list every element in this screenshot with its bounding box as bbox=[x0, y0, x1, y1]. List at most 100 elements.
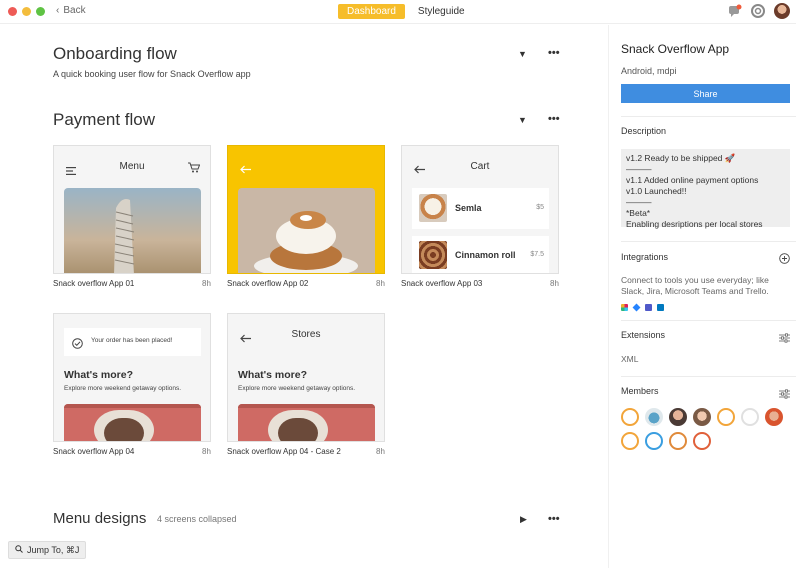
member-avatar[interactable] bbox=[645, 408, 663, 426]
cart-item-price: $5 bbox=[536, 204, 544, 211]
bun-photo bbox=[238, 188, 375, 273]
divider bbox=[621, 320, 796, 321]
minimize-window-button[interactable] bbox=[22, 7, 31, 16]
share-button[interactable]: Share bbox=[621, 84, 790, 103]
screen-time: 8h bbox=[550, 279, 559, 288]
member-avatar[interactable] bbox=[621, 432, 639, 450]
building-photo bbox=[64, 188, 201, 273]
collapse-caret-icon[interactable]: ▼ bbox=[518, 49, 527, 59]
screen-caption: Snack overflow App 04 - Case 2 bbox=[227, 447, 341, 456]
screen-caption: Snack overflow App 03 bbox=[401, 279, 483, 288]
main-content: Onboarding flow A quick booking user flo… bbox=[0, 25, 608, 568]
member-avatar[interactable] bbox=[693, 432, 711, 450]
zoom-window-button[interactable] bbox=[36, 7, 45, 16]
more-options-icon[interactable]: ••• bbox=[548, 513, 560, 525]
card-heading: What's more? bbox=[238, 369, 308, 381]
screen-header: Menu bbox=[119, 160, 145, 172]
chevron-left-icon: ‹ bbox=[56, 5, 60, 16]
search-icon bbox=[15, 545, 23, 555]
screen-caption: Snack overflow App 01 bbox=[53, 279, 135, 288]
door-photo bbox=[238, 404, 375, 441]
card-text: Explore more weekend getaway options. bbox=[64, 385, 182, 392]
member-avatar[interactable] bbox=[741, 408, 759, 426]
semla-thumbnail bbox=[419, 194, 447, 222]
member-avatar[interactable] bbox=[717, 408, 735, 426]
jump-to-button[interactable]: Jump To, ⌘J bbox=[8, 541, 87, 559]
door-photo bbox=[64, 404, 201, 441]
toast-text: Your order has been placed! bbox=[91, 337, 173, 344]
cart-item: Cinnamon roll $7.5 bbox=[412, 236, 549, 273]
screen-caption: Snack overflow App 04 bbox=[53, 447, 135, 456]
microsoft-teams-icon[interactable] bbox=[645, 304, 652, 311]
user-avatar[interactable] bbox=[774, 3, 790, 19]
slack-icon[interactable] bbox=[621, 304, 628, 311]
title-bar: ‹ Back Dashboard Styleguide bbox=[0, 0, 796, 24]
cart-item-name: Semla bbox=[455, 203, 482, 213]
expand-caret-icon[interactable]: ▶ bbox=[520, 514, 527, 525]
check-circle-icon bbox=[72, 336, 83, 354]
screen-time: 8h bbox=[202, 279, 211, 288]
integrations-text: Slack, Jira, Microsoft Teams and Trello. bbox=[621, 286, 769, 296]
description-line: ——— bbox=[626, 197, 652, 207]
member-avatar[interactable] bbox=[669, 408, 687, 426]
sliders-icon[interactable] bbox=[779, 386, 790, 404]
project-title: Snack Overflow App bbox=[621, 42, 730, 56]
description-line: ——— bbox=[626, 164, 652, 174]
description-line: Enabling desriptions per local stores bbox=[626, 219, 763, 229]
collapsed-count: 4 screens collapsed bbox=[157, 514, 237, 524]
back-label: Back bbox=[63, 5, 86, 16]
tab-dashboard[interactable]: Dashboard bbox=[338, 4, 405, 19]
section-title-menu-designs: Menu designs bbox=[53, 510, 147, 527]
screen-header: Stores bbox=[291, 328, 321, 340]
notifications-icon[interactable] bbox=[728, 4, 742, 18]
card-heading: What's more? bbox=[64, 369, 134, 381]
screen-card-04[interactable]: Your order has been placed! What's more?… bbox=[53, 313, 211, 442]
screen-card-04-case-2[interactable]: Stores What's more? Explore more weekend… bbox=[227, 313, 385, 442]
members-heading: Members bbox=[621, 386, 659, 396]
screen-card-02[interactable] bbox=[227, 145, 385, 274]
screen-time: 8h bbox=[376, 279, 385, 288]
description-line: v1.2 Ready to be shipped 🚀 bbox=[626, 153, 736, 163]
description-heading: Description bbox=[621, 126, 667, 136]
screen-time: 8h bbox=[376, 447, 385, 456]
member-avatar[interactable] bbox=[693, 408, 711, 426]
top-tabs: Dashboard Styleguide bbox=[338, 4, 474, 19]
member-avatar[interactable] bbox=[669, 432, 687, 450]
screen-caption: Snack overflow App 02 bbox=[227, 279, 309, 288]
screen-card-03[interactable]: Cart Semla $5 Cinnamon roll $7.5 bbox=[401, 145, 559, 274]
extension-value[interactable]: XML bbox=[621, 354, 638, 365]
titlebar-actions bbox=[728, 3, 790, 19]
more-options-icon[interactable]: ••• bbox=[548, 113, 560, 125]
collapse-caret-icon[interactable]: ▼ bbox=[518, 115, 527, 125]
member-avatar[interactable] bbox=[765, 408, 783, 426]
divider bbox=[621, 116, 796, 117]
jira-icon[interactable] bbox=[632, 303, 641, 312]
order-toast: Your order has been placed! bbox=[64, 328, 201, 356]
section-title-payment: Payment flow bbox=[53, 110, 156, 129]
integrations-heading: Integrations bbox=[621, 252, 669, 262]
cart-item-name: Cinnamon roll bbox=[455, 250, 516, 260]
cinnamon-roll-thumbnail bbox=[419, 241, 447, 269]
trello-icon[interactable] bbox=[657, 304, 664, 311]
project-platform: Android, mdpi bbox=[621, 66, 677, 76]
more-options-icon[interactable]: ••• bbox=[548, 47, 560, 59]
tab-styleguide[interactable]: Styleguide bbox=[409, 4, 474, 19]
back-button[interactable]: ‹ Back bbox=[56, 5, 86, 16]
help-lifebuoy-icon[interactable] bbox=[751, 4, 765, 18]
screen-time: 8h bbox=[202, 447, 211, 456]
integrations-text: Connect to tools you use everyday; like bbox=[621, 275, 769, 285]
arrow-left-icon bbox=[240, 161, 251, 179]
section-subtitle-onboarding: A quick booking user flow for Snack Over… bbox=[53, 69, 251, 79]
member-avatar[interactable] bbox=[621, 408, 639, 426]
cart-item-price: $7.5 bbox=[530, 251, 544, 258]
screen-card-01[interactable]: Menu bbox=[53, 145, 211, 274]
description-line: v1.0 Launched!! bbox=[626, 186, 687, 196]
close-window-button[interactable] bbox=[8, 7, 17, 16]
sliders-icon[interactable] bbox=[779, 330, 790, 348]
divider bbox=[621, 241, 796, 242]
section-title-onboarding: Onboarding flow bbox=[53, 44, 177, 63]
description-box[interactable]: v1.2 Ready to be shipped 🚀 ——— v1.1 Adde… bbox=[621, 149, 790, 229]
member-avatar[interactable] bbox=[645, 432, 663, 450]
cart-icon bbox=[188, 160, 201, 178]
add-integration-icon[interactable] bbox=[779, 251, 790, 269]
